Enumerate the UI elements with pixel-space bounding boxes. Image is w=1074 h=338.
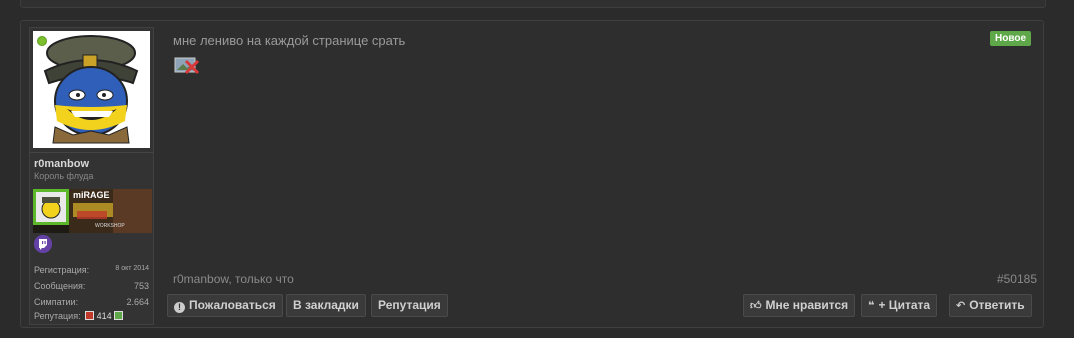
like-button[interactable]: 👍︎ Мне нравится	[743, 294, 856, 317]
post-meta[interactable]: r0manbow, только что	[173, 272, 294, 286]
stat-label: Репутация:	[34, 311, 81, 321]
banner-workshop: WORKSHOP	[95, 223, 125, 229]
report-label: Пожаловаться	[189, 298, 276, 312]
quote-label: + Цитата	[878, 298, 931, 312]
forum-post: r0manbow Король флуда miRAGE WORKSHOP Ре…	[20, 20, 1044, 328]
like-label: Мне нравится	[765, 298, 849, 312]
online-status-icon	[37, 36, 47, 46]
twitch-icon[interactable]	[34, 235, 52, 253]
stat-value: 753	[133, 281, 149, 291]
user-banner[interactable]: miRAGE WORKSHOP	[33, 189, 152, 233]
stat-value: 2.664	[126, 297, 149, 307]
bookmark-label: В закладки	[293, 298, 359, 312]
message-text: мне лениво на каждой странице срать	[173, 33, 406, 48]
stat-reputation: Репутация: 414	[34, 311, 149, 321]
reply-label: Ответить	[969, 298, 1025, 312]
reputation-label: Репутация	[378, 298, 441, 312]
rep-minus-icon[interactable]	[85, 311, 95, 320]
stat-label: Сообщения:	[34, 281, 86, 291]
quote-icon: ❝	[868, 300, 875, 312]
new-badge: Новое	[990, 31, 1032, 46]
user-info-panel: r0manbow Король флуда miRAGE WORKSHOP Ре…	[29, 27, 154, 325]
stat-label: Регистрация:	[34, 265, 90, 275]
stat-value: 414	[96, 311, 112, 321]
alert-icon: !	[174, 302, 185, 313]
reply-button[interactable]: ↶ Ответить	[949, 294, 1032, 317]
stat-value: 8 окт 2014	[115, 265, 149, 272]
avatar[interactable]	[33, 31, 150, 148]
stat-messages: Сообщения: 753	[34, 281, 149, 291]
stat-likes: Симпатии: 2.664	[34, 297, 149, 307]
divider	[30, 152, 153, 153]
user-title: Король флуда	[34, 171, 94, 181]
thumbs-up-icon: 👍︎	[750, 300, 762, 312]
username[interactable]: r0manbow	[34, 158, 89, 170]
quote-button[interactable]: ❝ + Цитата	[861, 294, 938, 317]
bookmark-button[interactable]: В закладки	[286, 294, 366, 317]
rep-plus-icon[interactable]	[114, 311, 124, 320]
broken-image-icon	[174, 55, 200, 75]
post-number[interactable]: #50185	[997, 272, 1037, 286]
stat-label: Симпатии:	[34, 297, 79, 307]
stat-registration: Регистрация: 8 окт 2014	[34, 265, 149, 275]
reply-icon: ↶	[956, 300, 966, 312]
banner-brand: miRAGE	[73, 190, 110, 200]
reputation-button[interactable]: Репутация	[371, 294, 448, 317]
previous-post-edge	[20, 0, 1046, 8]
report-button[interactable]: ! Пожаловаться	[167, 294, 283, 317]
avatar-image	[33, 31, 150, 148]
